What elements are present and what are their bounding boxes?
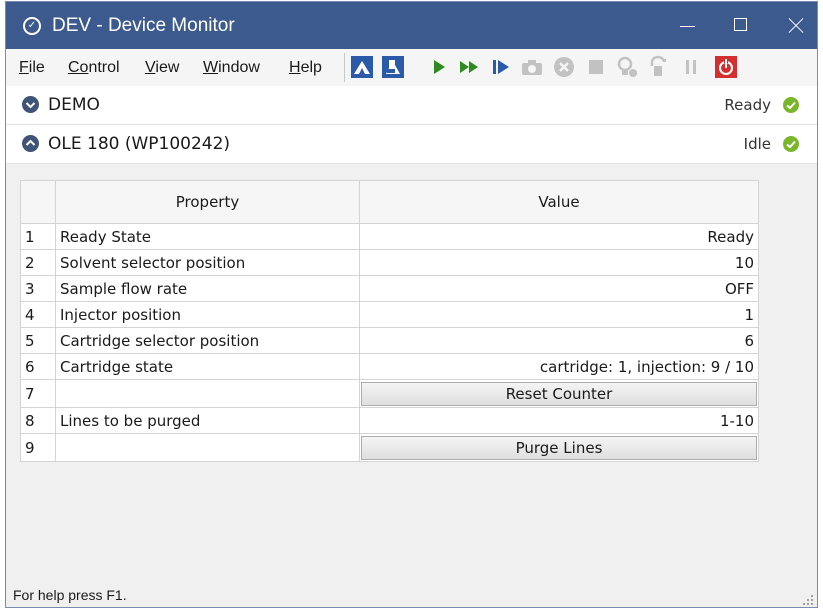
flask-icon[interactable] xyxy=(381,55,405,79)
property-cell: Ready State xyxy=(55,223,360,250)
row-number: 3 xyxy=(20,275,56,302)
value-cell: OFF xyxy=(359,275,759,302)
fast-forward-icon[interactable] xyxy=(457,55,481,79)
panel-ole-180[interactable]: OLE 180 (WP100242) Idle xyxy=(6,125,817,164)
pause-icon xyxy=(679,55,703,79)
row-number: 4 xyxy=(20,301,56,328)
value-cell: cartridge: 1, injection: 9 / 10 xyxy=(359,353,759,380)
chevron-down-icon[interactable] xyxy=(22,96,39,113)
table-row[interactable]: 4 Injector position 1 xyxy=(20,301,759,328)
table-row[interactable]: 6 Cartridge state cartridge: 1, injectio… xyxy=(20,353,759,380)
table-row[interactable]: 3 Sample flow rate OFF xyxy=(20,275,759,302)
menu-view[interactable]: View xyxy=(145,59,179,77)
property-cell xyxy=(55,379,360,408)
window-title: DEV - Device Monitor xyxy=(52,15,235,36)
button-cell: Purge Lines xyxy=(359,433,759,462)
value-cell: 1 xyxy=(359,301,759,328)
device-monitor-window: ✓ DEV - Device Monitor File Control View… xyxy=(5,1,818,608)
menu-help[interactable]: Help xyxy=(289,59,322,77)
play-icon[interactable] xyxy=(427,55,451,79)
row-number: 6 xyxy=(20,353,56,380)
value-cell: Ready xyxy=(359,223,759,250)
property-cell: Cartridge state xyxy=(55,353,360,380)
table-row[interactable]: 1 Ready State Ready xyxy=(20,223,759,250)
panel-title: DEMO xyxy=(48,95,100,115)
panel-title: OLE 180 (WP100242) xyxy=(48,134,231,154)
reset-counter-button[interactable]: Reset Counter xyxy=(361,381,757,406)
row-number: 2 xyxy=(20,249,56,276)
row-number: 7 xyxy=(20,379,56,408)
lock-icon xyxy=(646,55,670,79)
minimize-button[interactable] xyxy=(660,2,714,49)
row-number: 8 xyxy=(20,407,56,434)
close-button[interactable] xyxy=(768,2,817,49)
power-icon[interactable] xyxy=(714,55,738,79)
property-cell xyxy=(55,433,360,462)
value-cell: 6 xyxy=(359,327,759,354)
camera-icon xyxy=(520,55,544,79)
purge-lines-button[interactable]: Purge Lines xyxy=(361,435,757,460)
property-cell: Solvent selector position xyxy=(55,249,360,276)
property-cell: Sample flow rate xyxy=(55,275,360,302)
menu-control[interactable]: Control xyxy=(68,59,120,77)
lamp-icon xyxy=(615,55,639,79)
property-cell: Injector position xyxy=(55,301,360,328)
resize-grip-icon[interactable] xyxy=(799,591,815,607)
toolbar-separator xyxy=(344,53,345,82)
table-row[interactable]: 9 Purge Lines xyxy=(20,433,759,462)
property-cell: Lines to be purged xyxy=(55,407,360,434)
button-cell: Reset Counter xyxy=(359,379,759,408)
snapshot-icon[interactable] xyxy=(350,55,374,79)
menu-window[interactable]: Window xyxy=(203,59,260,77)
status-bar-text: For help press F1. xyxy=(13,587,127,603)
row-number: 5 xyxy=(20,327,56,354)
value-cell: 10 xyxy=(359,249,759,276)
status-text: Ready xyxy=(724,96,771,114)
step-icon[interactable] xyxy=(489,55,513,79)
row-number: 9 xyxy=(20,433,56,462)
row-number-header xyxy=(20,180,56,224)
property-grid: Property Value 1 Ready State Ready 2 Sol… xyxy=(20,180,759,462)
column-header-property: Property xyxy=(55,180,360,224)
check-icon xyxy=(783,136,799,152)
row-number: 1 xyxy=(20,223,56,250)
table-row[interactable]: 8 Lines to be purged 1-10 xyxy=(20,407,759,434)
menu-file[interactable]: File xyxy=(19,59,45,77)
app-icon: ✓ xyxy=(23,17,41,35)
title-bar[interactable]: ✓ DEV - Device Monitor xyxy=(6,2,817,49)
check-icon xyxy=(783,97,799,113)
table-row[interactable]: 2 Solvent selector position 10 xyxy=(20,249,759,276)
status-text: Idle xyxy=(743,135,771,153)
table-row[interactable]: 7 Reset Counter xyxy=(20,379,759,408)
maximize-button[interactable] xyxy=(714,2,768,49)
panel-demo[interactable]: DEMO Ready xyxy=(6,86,817,125)
value-cell[interactable]: 1-10 xyxy=(359,407,759,434)
table-header-row: Property Value xyxy=(20,180,759,224)
column-header-value: Value xyxy=(359,180,759,224)
cancel-icon xyxy=(552,55,576,79)
table-row[interactable]: 5 Cartridge selector position 6 xyxy=(20,327,759,354)
stop-icon xyxy=(584,55,608,79)
chevron-up-icon[interactable] xyxy=(22,135,39,152)
menu-bar: File Control View Window Help xyxy=(6,49,817,87)
property-cell: Cartridge selector position xyxy=(55,327,360,354)
status-bar: For help press F1. xyxy=(6,579,817,607)
